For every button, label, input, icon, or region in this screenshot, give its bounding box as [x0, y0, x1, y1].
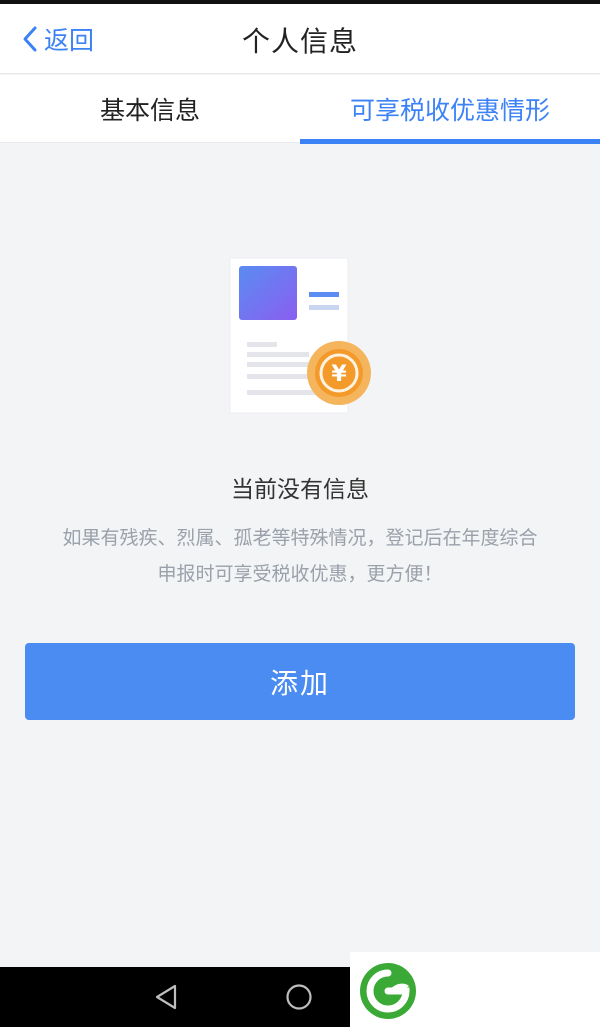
leaf-logo-icon	[360, 963, 416, 1019]
circle-home-icon[interactable]	[285, 983, 313, 1011]
screen: 返回 个人信息 基本信息 可享税收优惠情形 ¥ 当前没有信息 如果有残疾、烈属、…	[0, 0, 600, 1027]
tab-basic-info[interactable]: 基本信息	[0, 75, 300, 143]
tab-bar: 基本信息 可享税收优惠情形	[0, 75, 600, 144]
app-header: 返回 个人信息	[0, 4, 600, 74]
description-line-2: 申报时可享受税收优惠，更方便！	[157, 563, 443, 585]
coin-symbol: ¥	[331, 362, 347, 387]
document-yuan-icon: ¥	[225, 250, 385, 420]
watermark-area	[350, 952, 600, 1027]
empty-state-description: 如果有残疾、烈属、孤老等特殊情况，登记后在年度综合 申报时可享受税收优惠，更方便…	[30, 520, 570, 592]
description-line-1: 如果有残疾、烈属、孤老等特殊情况，登记后在年度综合	[62, 527, 538, 549]
page-title: 个人信息	[241, 25, 358, 58]
system-nav-bar	[0, 967, 350, 1027]
add-button[interactable]: 添加	[25, 643, 575, 720]
triangle-back-icon[interactable]	[153, 983, 181, 1011]
tab-tax-benefits[interactable]: 可享税收优惠情形	[300, 75, 600, 144]
empty-state-title: 当前没有信息	[231, 477, 369, 503]
